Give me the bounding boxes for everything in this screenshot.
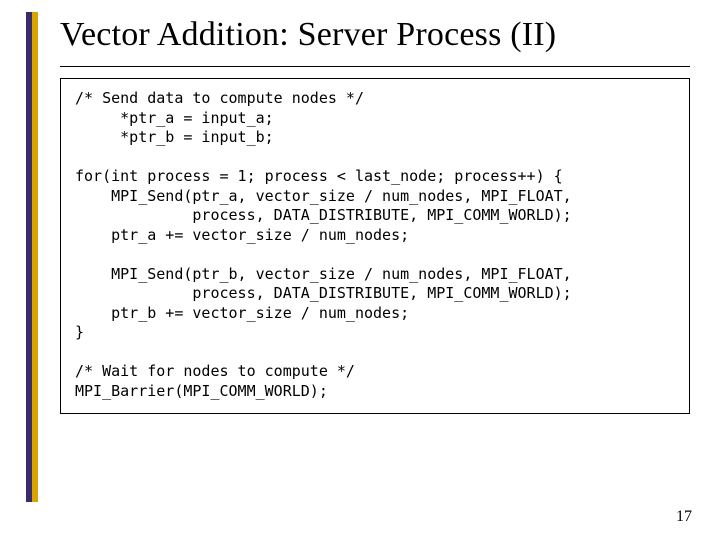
code-box: /* Send data to compute nodes */ *ptr_a … <box>60 78 690 414</box>
accent-stripe-gold <box>32 12 38 502</box>
code-block: /* Send data to compute nodes */ *ptr_a … <box>75 89 675 401</box>
slide-title: Vector Addition: Server Process (II) <box>60 16 690 54</box>
page-number: 17 <box>676 508 692 526</box>
slide: Vector Addition: Server Process (II) /* … <box>0 0 720 540</box>
title-underline <box>60 66 690 67</box>
